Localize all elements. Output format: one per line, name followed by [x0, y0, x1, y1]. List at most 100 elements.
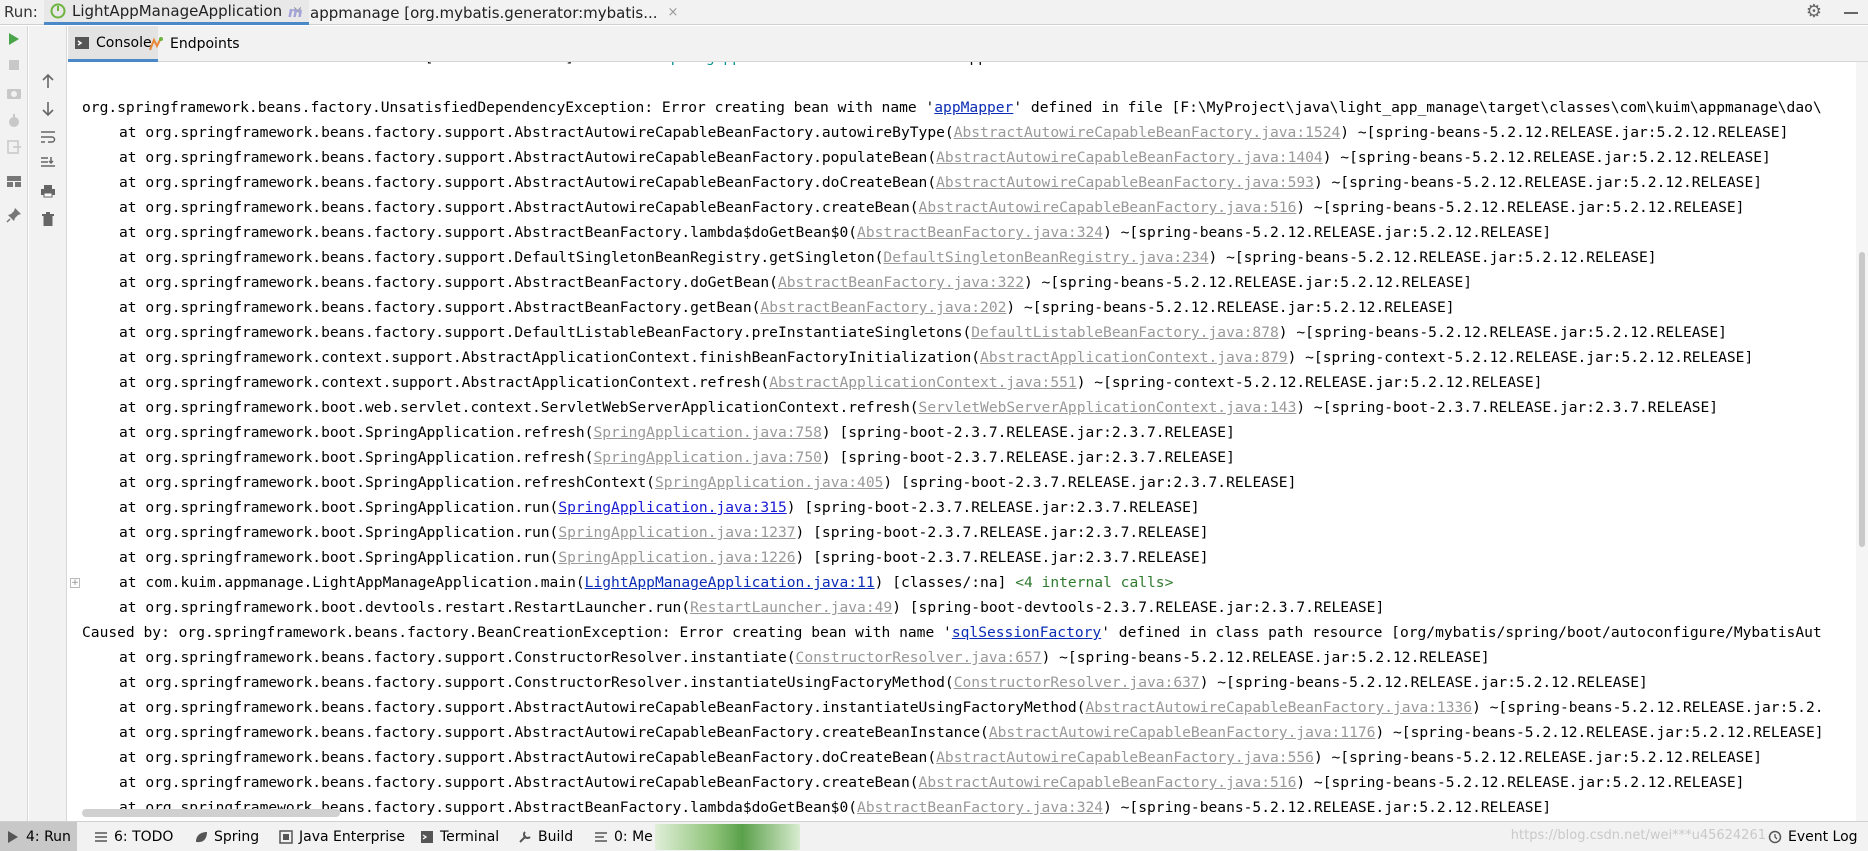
close-icon[interactable]: × — [668, 5, 679, 20]
terminal-icon — [420, 830, 434, 844]
tool-window-messages-label: 0: Me — [614, 829, 653, 845]
source-link[interactable]: AbstractApplicationContext.java:879 — [980, 349, 1288, 366]
run-tab-mybatis-generator[interactable]: m appmanage [org.mybatis.generator:mybat… — [282, 0, 684, 25]
source-link[interactable]: AbstractAutowireCapableBeanFactory.java:… — [919, 774, 1297, 791]
source-link[interactable]: AbstractAutowireCapableBeanFactory.java:… — [989, 724, 1376, 741]
log-text: org.springframework.beans.factory.Unsati… — [82, 99, 935, 116]
arrow-up-icon[interactable] — [37, 70, 59, 92]
pin-icon[interactable] — [3, 204, 25, 226]
source-link[interactable]: SpringApplication.java:405 — [655, 474, 883, 491]
event-log-label: Event Log — [1788, 829, 1858, 845]
tool-window-terminal[interactable]: Terminal — [414, 822, 505, 851]
source-link[interactable]: AbstractAutowireCapableBeanFactory.java:… — [936, 749, 1314, 766]
console-actions-toolbar — [29, 26, 67, 821]
log-text: at org.springframework.beans.factory.sup… — [119, 774, 919, 791]
log-text: at org.springframework.beans.factory.sup… — [119, 224, 858, 241]
arrow-down-icon[interactable] — [37, 98, 59, 120]
source-link[interactable]: AbstractBeanFactory.java:202 — [760, 299, 1006, 316]
source-link[interactable]: SpringApplication.java:1237 — [558, 524, 795, 541]
console-line: at org.springframework.boot.SpringApplic… — [119, 445, 1235, 470]
log-text: at org.springframework.boot.SpringApplic… — [119, 499, 559, 516]
overlay-image-thumbnail — [655, 824, 800, 850]
scrollbar-thumb[interactable] — [1859, 252, 1865, 547]
source-link[interactable]: SpringApplication.java:315 — [558, 499, 786, 516]
event-log-button[interactable]: Event Log — [1762, 822, 1864, 851]
source-link[interactable]: AbstractAutowireCapableBeanFactory.java:… — [919, 199, 1297, 216]
console-line: at org.springframework.boot.SpringApplic… — [119, 545, 1209, 570]
tool-window-java-enterprise[interactable]: Java Enterprise — [273, 822, 411, 851]
log-text: ) ~[spring-beans-5.2.12.RELEASE.jar:5.2.… — [1103, 224, 1552, 241]
log-level: ERROR 4784 — [293, 62, 381, 66]
debugger-icon[interactable] — [3, 110, 25, 132]
log-text: at org.springframework.beans.factory.sup… — [119, 649, 796, 666]
camera-icon[interactable] — [3, 82, 25, 104]
tab-endpoints[interactable]: Endpoints — [142, 26, 246, 62]
run-tab-lightappmanageapplication[interactable]: LightAppManageApplication × — [44, 0, 310, 25]
trash-icon[interactable] — [37, 208, 59, 230]
log-text: at org.springframework.beans.factory.sup… — [119, 174, 937, 191]
tool-window-messages[interactable]: 0: Me — [588, 822, 659, 851]
source-link[interactable]: AbstractAutowireCapableBeanFactory.java:… — [936, 149, 1323, 166]
source-link[interactable]: AbstractBeanFactory.java:324 — [857, 224, 1103, 241]
source-link[interactable]: DefaultListableBeanFactory.java:878 — [971, 324, 1279, 341]
scroll-to-end-icon[interactable] — [37, 152, 59, 174]
exit-icon[interactable] — [3, 136, 25, 158]
watermark: https://blog.csdn.net/wei***u45624261 — [1510, 828, 1766, 843]
console-line: at org.springframework.beans.factory.sup… — [119, 320, 1727, 345]
logger-name: o.s.boot.SpringApplication — [583, 62, 811, 66]
console-line: at org.springframework.beans.factory.sup… — [119, 120, 1788, 145]
source-link[interactable]: AbstractBeanFactory.java:322 — [778, 274, 1024, 291]
source-link[interactable]: AbstractBeanFactory.java:324 — [857, 799, 1103, 816]
source-link[interactable]: SpringApplication.java:1226 — [558, 549, 795, 566]
log-text: at org.springframework.boot.SpringApplic… — [119, 474, 655, 491]
vertical-scrollbar[interactable] — [1856, 62, 1868, 821]
soft-wrap-icon[interactable] — [37, 126, 59, 148]
log-text: ) [spring-boot-2.3.7.RELEASE.jar:2.3.7.R… — [883, 474, 1297, 491]
log-text: ) [classes/:na] — [874, 574, 1016, 591]
stop-icon[interactable] — [3, 54, 25, 76]
tool-window-spring[interactable]: Spring — [188, 822, 265, 851]
print-icon[interactable] — [37, 180, 59, 202]
log-text: ) ~[spring-beans-5.2.12.RELEASE.jar:5.2.… — [1313, 174, 1763, 191]
fold-toggle-icon[interactable]: + — [70, 578, 80, 588]
layout-icon[interactable] — [3, 170, 25, 192]
source-link[interactable]: ConstructorResolver.java:657 — [796, 649, 1042, 666]
tool-window-todo[interactable]: 6: TODO — [88, 822, 179, 851]
endpoints-icon — [148, 36, 164, 52]
console-line: 2021-05-06 05:09:56.512 ERROR 4784 --- [… — [82, 62, 1154, 70]
source-link[interactable]: RestartLauncher.java:49 — [690, 599, 892, 616]
source-link[interactable]: DefaultSingletonBeanRegistry.java:234 — [883, 249, 1208, 266]
source-link[interactable]: AbstractAutowireCapableBeanFactory.java:… — [1085, 699, 1472, 716]
source-link[interactable]: LightAppManageApplication.java:11 — [585, 574, 875, 591]
event-log-icon — [1768, 830, 1782, 844]
rerun-icon[interactable] — [3, 28, 25, 50]
source-link[interactable]: AbstractAutowireCapableBeanFactory.java:… — [936, 174, 1314, 191]
source-link[interactable]: SpringApplication.java:758 — [593, 424, 821, 441]
console-line: at org.springframework.boot.devtools.res… — [119, 595, 1384, 620]
tab-endpoints-label: Endpoints — [170, 36, 240, 52]
source-link[interactable]: AbstractAutowireCapableBeanFactory.java:… — [954, 124, 1341, 141]
tool-window-terminal-label: Terminal — [440, 829, 500, 845]
source-link[interactable]: AbstractApplicationContext.java:551 — [769, 374, 1077, 391]
tool-window-run[interactable]: 4: Run — [0, 822, 77, 851]
internal-calls-toggle[interactable]: <4 internal calls> — [1015, 574, 1173, 591]
todo-icon — [94, 830, 108, 844]
source-link[interactable]: SpringApplication.java:750 — [593, 449, 821, 466]
gear-icon[interactable]: ⚙ — [1804, 2, 1824, 22]
log-text: at org.springframework.beans.factory.sup… — [119, 299, 761, 316]
horizontal-scrollbar[interactable] — [82, 809, 340, 817]
log-text: ) ~[spring-boot-2.3.7.RELEASE.jar:2.3.7.… — [1296, 399, 1719, 416]
console-line: at org.springframework.beans.factory.sup… — [119, 245, 1657, 270]
log-text: ) ~[spring-beans-5.2.12.RELEASE.jar:5.2.… — [1375, 724, 1824, 741]
source-link[interactable]: ConstructorResolver.java:637 — [954, 674, 1200, 691]
source-link[interactable]: appMapper — [934, 99, 1013, 116]
minimize-icon[interactable] — [1844, 12, 1858, 14]
console-output[interactable]: 2021-05-06 05:09:56.512 ERROR 4784 --- [… — [68, 62, 1860, 821]
source-link[interactable]: sqlSessionFactory — [952, 624, 1101, 641]
log-text: ) ~[spring-beans-5.2.12.RELEASE.jar:5.2.… — [1041, 649, 1490, 666]
tool-window-build[interactable]: Build — [512, 822, 579, 851]
log-text: ) ~[spring-beans-5.2.12.RELEASE.jar:5.2.… — [1103, 799, 1552, 816]
log-text: ) ~[spring-beans-5.2.12.RELEASE.jar:5.2.… — [1199, 674, 1648, 691]
source-link[interactable]: ServletWebServerApplicationContext.java:… — [919, 399, 1297, 416]
tool-window-run-label: 4: Run — [26, 829, 71, 845]
